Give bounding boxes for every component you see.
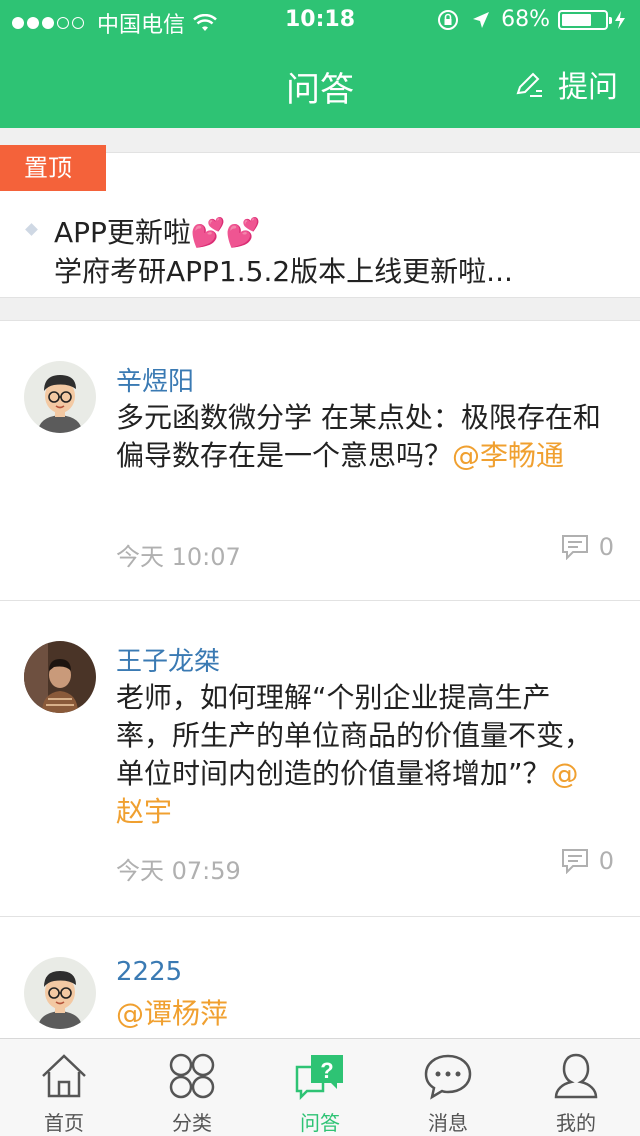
pinned-title: APP更新啦💕💕 — [54, 216, 261, 249]
tab-label: 问答 — [300, 1111, 340, 1135]
comments-button[interactable]: 0 — [561, 533, 614, 561]
avatar[interactable] — [24, 957, 96, 1029]
pinned-announcement[interactable]: 置顶 APP更新啦💕💕 学府考研APP1.5.2版本上线更新啦... — [0, 145, 640, 298]
tab-label: 分类 — [172, 1111, 212, 1135]
charging-icon — [615, 10, 625, 29]
battery-percent: 68% — [501, 7, 550, 32]
comment-icon — [561, 535, 588, 560]
tab-bar: 首页 分类 ? 问答 消息 我的 — [0, 1038, 640, 1136]
mention-link[interactable]: @李畅通 — [452, 439, 564, 472]
username[interactable]: 王子龙桀 — [116, 641, 220, 678]
comment-icon — [561, 849, 588, 874]
location-arrow-icon — [473, 11, 490, 28]
battery-icon — [558, 9, 612, 30]
avatar[interactable] — [24, 361, 96, 433]
username[interactable]: 辛煜阳 — [116, 361, 194, 398]
status-bar: 中国电信 10:18 68% — [0, 0, 640, 40]
bullet-icon — [25, 223, 38, 236]
comment-count: 0 — [598, 533, 614, 561]
tab-profile[interactable]: 我的 — [512, 1039, 640, 1136]
rotation-lock-icon — [438, 9, 459, 30]
pinned-badge: 置顶 — [0, 145, 106, 191]
question-text: 多元函数微分学 在某点处：极限存在和偏导数存在是一个意思吗？@李畅通 — [116, 401, 601, 472]
nav-bar: 问答 提问 — [0, 40, 640, 128]
mention-link[interactable]: @谭杨萍 — [116, 997, 228, 1030]
message-icon — [424, 1054, 472, 1100]
pinned-subtitle: 学府考研APP1.5.2版本上线更新啦... — [54, 255, 513, 288]
username[interactable]: 2225 — [116, 957, 182, 987]
question-text: @谭杨萍 — [116, 995, 606, 1033]
question-item[interactable]: 王子龙桀 老师，如何理解“个别企业提高生产率，所生产的单位商品的价值量不变，单位… — [0, 601, 640, 917]
tab-qa[interactable]: ? 问答 — [256, 1039, 384, 1136]
question-text: 老师，如何理解“个别企业提高生产率，所生产的单位商品的价值量不变，单位时间内创造… — [116, 681, 593, 828]
tab-category[interactable]: 分类 — [128, 1039, 256, 1136]
header-bar: 中国电信 10:18 68% 问答 提问 — [0, 0, 640, 128]
question-item[interactable]: 辛煜阳 多元函数微分学 在某点处：极限存在和偏导数存在是一个意思吗？@李畅通 今… — [0, 321, 640, 601]
ask-question-button[interactable]: 提问 — [514, 62, 618, 106]
tab-label: 消息 — [428, 1111, 468, 1135]
tab-label: 首页 — [44, 1111, 84, 1135]
category-icon — [169, 1053, 215, 1099]
comment-count: 0 — [598, 847, 614, 875]
comments-button[interactable]: 0 — [561, 847, 614, 875]
qa-icon: ? — [295, 1055, 343, 1101]
profile-icon — [554, 1053, 598, 1099]
ask-question-label: 提问 — [558, 70, 618, 105]
home-icon — [42, 1054, 86, 1098]
post-time: 今天 07:59 — [116, 857, 241, 885]
svg-text:?: ? — [320, 1058, 333, 1083]
post-time: 今天 10:07 — [116, 543, 241, 571]
tab-messages[interactable]: 消息 — [384, 1039, 512, 1136]
tab-home[interactable]: 首页 — [0, 1039, 128, 1136]
tab-label: 我的 — [556, 1111, 596, 1135]
avatar[interactable] — [24, 641, 96, 713]
question-feed: 辛煜阳 多元函数微分学 在某点处：极限存在和偏导数存在是一个意思吗？@李畅通 今… — [0, 320, 640, 1117]
edit-icon — [516, 72, 542, 97]
